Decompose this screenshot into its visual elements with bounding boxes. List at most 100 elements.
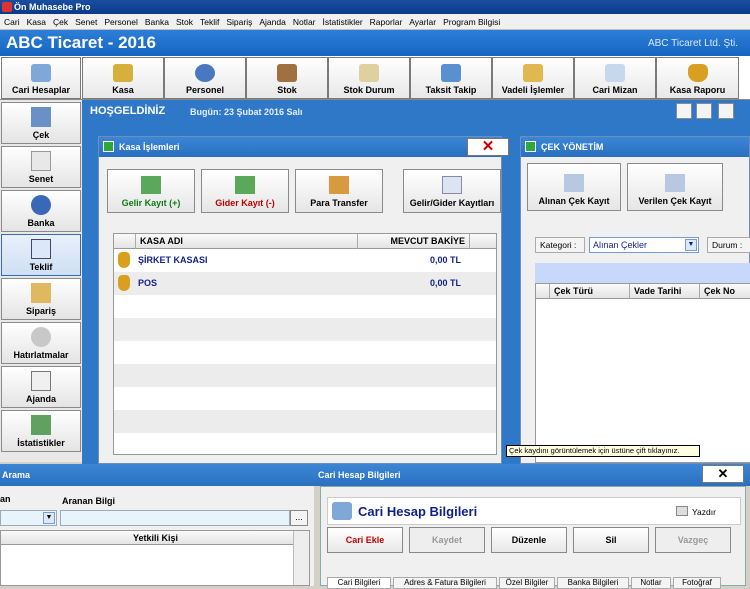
sidebar-item-siparis[interactable]: Sipariş <box>1 278 81 320</box>
title-bar: Ön Muhasebe Pro <box>0 0 750 14</box>
toolbar-taksit-takip-button[interactable]: Taksit Takip <box>410 57 492 99</box>
link-icon[interactable] <box>718 103 734 119</box>
gelir-gider-kayitlari-button[interactable]: Gelir/Gider Kayıtları <box>403 169 501 213</box>
menu-stok[interactable]: Stok <box>176 17 193 27</box>
sidebar-item-banka[interactable]: Banka <box>1 190 81 232</box>
toolbar-vadeli-islemler-button[interactable]: Vadeli İşlemler <box>492 57 574 99</box>
tab-cari-bilgileri[interactable]: Cari Bilgileri <box>327 577 391 589</box>
col-yetkili-kisi[interactable]: Yetkili Kişi <box>133 533 178 543</box>
person-icon <box>195 64 215 82</box>
notes-icon[interactable] <box>676 103 692 119</box>
menu-personel[interactable]: Personel <box>104 17 138 27</box>
order-icon <box>31 283 51 303</box>
welcome-bar: HOŞGELDİNİZ Bugün: 23 Şubat 2016 Salı <box>82 100 750 124</box>
sidebar-item-senet[interactable]: Senet <box>1 146 81 188</box>
cari-body: Cari Hesap Bilgileri Yazdır Cari Ekle Ka… <box>320 486 746 589</box>
aranan-bilgi-label: Aranan Bilgi <box>62 496 116 506</box>
kaydet-button[interactable]: Kaydet <box>409 527 485 553</box>
table-row[interactable]: ŞİRKET KASASI 0,00 TL <box>114 249 496 272</box>
gider-kayit-button[interactable]: Gider Kayıt (-) <box>201 169 289 213</box>
toolbar-kasa-raporu-button[interactable]: Kasa Raporu <box>656 57 739 99</box>
gelir-kayit-button[interactable]: Gelir Kayıt (+) <box>107 169 195 213</box>
verilen-cek-kayit-button[interactable]: Verilen Çek Kayıt <box>627 163 723 211</box>
table-row[interactable]: POS 0,00 TL <box>114 272 496 295</box>
sidebar: Çek Senet Banka Teklif Sipariş Hatırlatm… <box>0 100 82 462</box>
kasa-close-button[interactable]: ✕ <box>467 138 509 156</box>
app-title: ABC Ticaret - 2016 <box>6 33 156 52</box>
calculator-icon[interactable] <box>696 103 712 119</box>
main-toolbar: Cari Hesaplar Kasa Personel Stok Stok Du… <box>0 56 750 100</box>
sil-button[interactable]: Sil <box>573 527 649 553</box>
cheque-icon <box>31 107 51 127</box>
menu-cari[interactable]: Cari <box>4 17 20 27</box>
cari-close-button[interactable]: ✕ <box>702 465 744 483</box>
sidebar-item-teklif[interactable]: Teklif <box>1 234 81 276</box>
toolbar-stok-durum-button[interactable]: Stok Durum <box>328 57 410 99</box>
vazgec-button[interactable]: Vazgeç <box>655 527 731 553</box>
arama-header: Arama <box>0 464 314 486</box>
cari-header: Cari Hesap Bilgileri <box>314 464 750 486</box>
col-vade-tarihi[interactable]: Vade Tarihi <box>630 284 700 299</box>
sidebar-item-istatistikler[interactable]: İstatistikler <box>1 410 81 452</box>
empty-row <box>114 410 496 433</box>
menu-cek[interactable]: Çek <box>53 17 68 27</box>
document-icon <box>359 64 379 82</box>
browse-button[interactable]: ... <box>290 510 308 526</box>
sidebar-item-hatirlatmalar[interactable]: Hatırlatmalar <box>1 322 81 364</box>
menu-ayarlar[interactable]: Ayarlar <box>409 17 436 27</box>
menu-istatistikler[interactable]: İstatistikler <box>323 17 363 27</box>
col-cek-turu[interactable]: Çek Türü <box>550 284 630 299</box>
col-cek-no[interactable]: Çek No <box>700 284 750 299</box>
col-mevcut-bakiye[interactable]: MEVCUT BAKİYE <box>358 234 470 249</box>
company-name: ABC Ticaret Ltd. Şti. <box>647 38 738 49</box>
box-icon <box>277 64 297 82</box>
menu-senet[interactable]: Senet <box>75 17 97 27</box>
menu-raporlar[interactable]: Raporlar <box>370 17 403 27</box>
calendar-icon <box>31 371 51 391</box>
menu-ajanda[interactable]: Ajanda <box>259 17 285 27</box>
sidebar-item-cek[interactable]: Çek <box>1 102 81 144</box>
menu-kasa[interactable]: Kasa <box>27 17 46 27</box>
money-bag-icon <box>687 64 708 82</box>
cari-title-box: Cari Hesap Bilgileri Yazdır <box>327 497 741 525</box>
cek-panel: ÇEK YÖNETİM Alınan Çek Kayıt Verilen Çek… <box>520 136 750 464</box>
toolbar-stok-button[interactable]: Stok <box>246 57 328 99</box>
tab-notlar[interactable]: Notlar <box>631 577 671 589</box>
menu-teklif[interactable]: Teklif <box>200 17 219 27</box>
chart-icon <box>605 64 625 82</box>
col-kasa-adi[interactable]: KASA ADI <box>136 234 358 249</box>
para-transfer-button[interactable]: Para Transfer <box>295 169 383 213</box>
search-input[interactable] <box>60 510 290 526</box>
sidebar-item-ajanda[interactable]: Ajanda <box>1 366 81 408</box>
menu-program-bilgisi[interactable]: Program Bilgisi <box>443 17 500 27</box>
menu-notlar[interactable]: Notlar <box>293 17 316 27</box>
money-bag-icon <box>118 275 130 291</box>
cari-ekle-button[interactable]: Cari Ekle <box>327 527 403 553</box>
alinan-cek-kayit-button[interactable]: Alınan Çek Kayıt <box>527 163 621 211</box>
menu-bar: Cari Kasa Çek Senet Personel Banka Stok … <box>0 14 750 30</box>
toolbar-cari-mizan-button[interactable]: Cari Mizan <box>574 57 656 99</box>
app-icon <box>2 2 12 12</box>
category-select[interactable]: Alınan Çekler ▼ <box>589 237 699 253</box>
menu-banka[interactable]: Banka <box>145 17 169 27</box>
toolbar-personel-button[interactable]: Personel <box>164 57 246 99</box>
chevron-down-icon: ▼ <box>43 512 55 524</box>
note-icon <box>31 151 51 171</box>
scrollbar[interactable] <box>293 531 309 585</box>
tab-banka-bilgileri[interactable]: Banka Bilgileri <box>557 577 629 589</box>
kasa-grid-header: KASA ADI MEVCUT BAKİYE <box>114 234 496 249</box>
search-field-select[interactable]: ▼ <box>0 510 57 526</box>
users-icon <box>31 64 51 82</box>
empty-row <box>114 341 496 364</box>
tab-fotograf[interactable]: Fotoğraf <box>673 577 721 589</box>
toolbar-kasa-button[interactable]: Kasa <box>82 57 164 99</box>
cek-grid-header: Çek Türü Vade Tarihi Çek No <box>536 284 750 299</box>
print-button[interactable]: Yazdır <box>692 507 716 517</box>
tab-adres-fatura[interactable]: Adres & Fatura Bilgileri <box>393 577 497 589</box>
duzenle-button[interactable]: Düzenle <box>491 527 567 553</box>
toolbar-cari-hesaplar-button[interactable]: Cari Hesaplar <box>1 57 81 99</box>
empty-row <box>114 387 496 410</box>
tab-ozel-bilgiler[interactable]: Özel Bilgiler <box>499 577 555 589</box>
menu-siparis[interactable]: Sipariş <box>226 17 252 27</box>
kasa-panel-header: Kasa İşlemleri <box>99 137 501 157</box>
